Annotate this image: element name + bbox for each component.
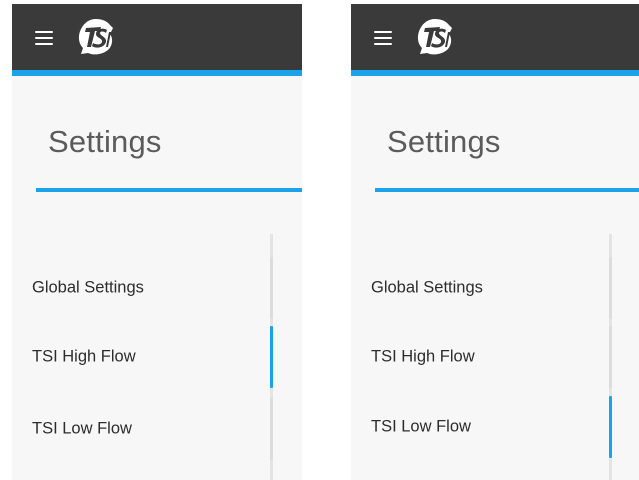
nav-item-label: TSI High Flow bbox=[371, 347, 475, 366]
settings-panel-right: Settings Global Settings TSI High Flow T… bbox=[351, 4, 639, 480]
page-title: Settings bbox=[387, 124, 501, 159]
hamburger-menu-icon[interactable] bbox=[35, 31, 53, 45]
nav-item-global-settings[interactable]: Global Settings bbox=[351, 255, 613, 321]
nav-item-tsi-high-flow[interactable]: TSI High Flow bbox=[12, 324, 274, 390]
nav-item-label: Global Settings bbox=[32, 278, 144, 297]
settings-panel-left: Settings Global Settings TSI High Flow T… bbox=[12, 4, 302, 480]
nav-item-label: TSI High Flow bbox=[32, 347, 136, 366]
nav-item-label: TSI Low Flow bbox=[371, 417, 471, 436]
tsi-logo bbox=[417, 19, 452, 55]
nav-item-indicator bbox=[270, 398, 273, 460]
nav-item-tsi-high-flow[interactable]: TSI High Flow bbox=[351, 324, 613, 390]
header-accent-bar bbox=[351, 70, 639, 76]
nav-item-label: TSI Low Flow bbox=[32, 419, 132, 438]
page-title: Settings bbox=[48, 124, 162, 159]
title-underline bbox=[375, 188, 639, 192]
nav-item-tsi-low-flow[interactable]: TSI Low Flow bbox=[351, 394, 613, 460]
nav-item-indicator bbox=[609, 326, 612, 388]
nav-item-label: Global Settings bbox=[371, 278, 483, 297]
hamburger-menu-icon[interactable] bbox=[374, 31, 392, 45]
nav-item-active-indicator bbox=[609, 396, 612, 458]
nav-item-tsi-low-flow[interactable]: TSI Low Flow bbox=[12, 396, 274, 462]
tsi-logo bbox=[78, 19, 113, 55]
title-underline bbox=[36, 188, 302, 192]
app-header bbox=[12, 4, 302, 70]
nav-item-global-settings[interactable]: Global Settings bbox=[12, 255, 274, 321]
app-header bbox=[351, 4, 639, 70]
header-accent-bar bbox=[12, 70, 302, 76]
nav-item-active-indicator bbox=[270, 326, 273, 388]
nav-item-indicator bbox=[609, 257, 612, 319]
nav-item-indicator bbox=[270, 257, 273, 319]
